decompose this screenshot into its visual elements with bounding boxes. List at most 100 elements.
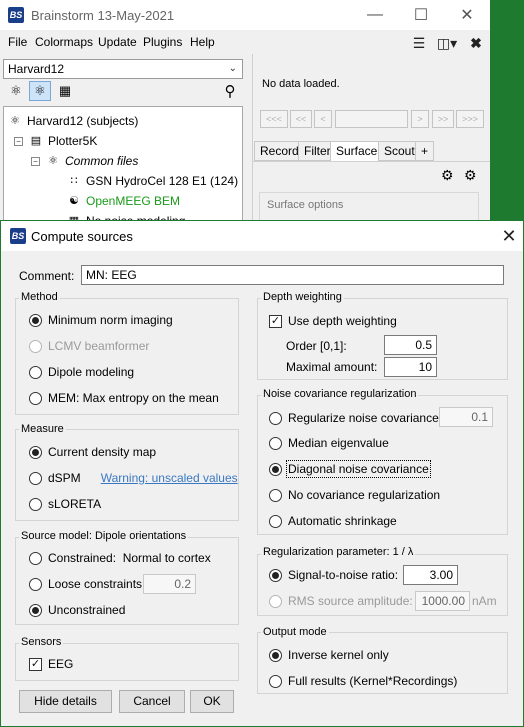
nav-next-button[interactable]: > — [411, 110, 429, 128]
radio-icon[interactable] — [269, 568, 282, 582]
constrained-option[interactable]: Constrained: Normal to cortex — [29, 551, 211, 565]
snr-label: Signal-to-noise ratio: — [288, 568, 399, 582]
collapse-toggle-icon[interactable]: − — [31, 156, 40, 166]
dialog-close-icon[interactable]: ✕ — [499, 226, 519, 246]
regularize-value-input[interactable]: 0.1 — [439, 407, 493, 427]
functional-conditions-icon[interactable]: ▦ — [54, 81, 76, 101]
nav-prev-page-button[interactable]: << — [290, 110, 312, 128]
unconstrained-option[interactable]: Unconstrained — [29, 603, 125, 617]
radio-icon[interactable] — [29, 551, 42, 565]
radio-icon[interactable] — [29, 365, 42, 379]
radio-icon[interactable] — [269, 462, 282, 476]
radio-icon[interactable] — [29, 313, 42, 327]
depth-weighting-title: Depth weighting — [261, 291, 344, 303]
regularize-cov-label: Regularize noise covariance: — [288, 411, 443, 425]
nav-next-page-button[interactable]: >> — [432, 110, 454, 128]
protocol-dropdown[interactable]: Harvard12 ⌄ — [3, 59, 243, 79]
menu-colormaps[interactable]: Colormaps — [35, 35, 93, 49]
tree-item-common-files[interactable]: − ⚛ Common files — [31, 151, 138, 171]
tree-channel-label: GSN HydroCel 128 E1 (124) proje — [86, 174, 242, 188]
radio-icon[interactable] — [29, 445, 42, 459]
remove-surface-icon[interactable]: ⚙ — [464, 167, 477, 184]
method-lcmv-option: LCMV beamformer — [29, 339, 149, 353]
menu-plugins[interactable]: Plugins — [143, 35, 182, 49]
window-layout-icon[interactable]: ◫▾ — [434, 34, 460, 52]
eeg-label: EEG — [48, 657, 74, 671]
radio-icon[interactable] — [29, 497, 42, 511]
menu-help[interactable]: Help — [190, 35, 215, 49]
unscaled-warning-link[interactable]: Warning: unscaled values — [101, 471, 238, 485]
radio-icon[interactable] — [269, 411, 282, 425]
dialog-title-bar: BS Compute sources ✕ — [1, 221, 523, 251]
surface-panel: ⚙ ⚙ Surface options — [253, 161, 490, 222]
order-input[interactable]: 0.5 — [384, 335, 437, 355]
method-title: Method — [19, 291, 60, 303]
no-reg-option[interactable]: No covariance regularization — [269, 488, 440, 502]
diagonal-cov-option[interactable]: Diagonal noise covariance — [269, 460, 431, 478]
minimize-icon[interactable]: — — [352, 0, 398, 30]
comment-input[interactable]: MN: EEG — [81, 265, 504, 285]
tab-add[interactable]: + — [415, 141, 435, 161]
method-mn-option[interactable]: Minimum norm imaging — [29, 313, 173, 327]
radio-icon[interactable] — [29, 391, 42, 405]
surface-options-title: Surface options — [267, 199, 344, 211]
full-results-option[interactable]: Full results (Kernel*Recordings) — [269, 674, 457, 688]
use-depth-weighting-row[interactable]: ✓ Use depth weighting — [269, 314, 397, 328]
snr-input[interactable]: 3.00 — [403, 565, 458, 585]
radio-icon[interactable] — [269, 514, 282, 528]
compute-sources-dialog: BS Compute sources ✕ Comment: MN: EEG Me… — [0, 220, 524, 727]
hide-details-button[interactable]: Hide details — [19, 690, 112, 713]
measure-sloreta-option[interactable]: sLORETA — [29, 497, 101, 511]
tree-common-files-label: Common files — [65, 154, 139, 168]
median-eigen-option[interactable]: Median eigenvalue — [269, 436, 389, 450]
main-window: BS Brainstorm 13-May-2021 — ☐ ✕ File Col… — [0, 0, 490, 222]
measure-dspm-option[interactable]: dSPM Warning: unscaled values — [29, 471, 238, 485]
method-mem-option[interactable]: MEM: Max entropy on the mean — [29, 391, 219, 405]
nav-prev-button[interactable]: < — [314, 110, 332, 128]
kernel-only-option[interactable]: Inverse kernel only — [269, 648, 389, 662]
tree-item-channel[interactable]: ∷ GSN HydroCel 128 E1 (124) proje — [66, 171, 243, 191]
ok-button[interactable]: OK — [190, 690, 234, 713]
noise-cov-title: Noise covariance regularization — [261, 388, 419, 400]
nav-first-button[interactable]: <<< — [260, 110, 288, 128]
loose-value-input[interactable]: 0.2 — [143, 574, 196, 594]
method-dipole-option[interactable]: Dipole modeling — [29, 365, 134, 379]
anatomy-view-icon[interactable]: ⚛ — [5, 81, 27, 101]
radio-icon[interactable] — [269, 648, 282, 662]
radio-icon[interactable] — [269, 674, 282, 688]
regularize-cov-option[interactable]: Regularize noise covariance: — [269, 411, 442, 425]
radio-icon[interactable] — [29, 603, 42, 617]
measure-current-density-option[interactable]: Current density map — [29, 445, 156, 459]
measure-dspm-label: dSPM — [48, 471, 81, 485]
tree-item-subject[interactable]: − ▤ Plotter5K — [14, 131, 97, 151]
eeg-checkbox-row[interactable]: ✓ EEG — [29, 657, 73, 671]
radio-icon[interactable] — [269, 436, 282, 450]
use-depth-checkbox[interactable]: ✓ — [269, 314, 282, 328]
eeg-checkbox[interactable]: ✓ — [29, 657, 42, 671]
radio-icon[interactable] — [29, 471, 42, 485]
search-icon[interactable]: ⚲ — [219, 81, 241, 101]
close-icon[interactable]: ✕ — [444, 0, 490, 30]
cancel-button[interactable]: Cancel — [119, 690, 185, 713]
radio-icon[interactable] — [269, 488, 282, 502]
auto-shrinkage-option[interactable]: Automatic shrinkage — [269, 514, 397, 528]
tab-surface[interactable]: Surface — [330, 141, 384, 162]
radio-icon[interactable] — [29, 577, 42, 591]
menu-update[interactable]: Update — [98, 35, 137, 49]
maximize-icon[interactable]: ☐ — [398, 0, 444, 30]
list-layout-icon[interactable]: ☰ — [410, 34, 428, 52]
close-all-icon[interactable]: ✖ — [467, 34, 485, 52]
reg-param-title: Regularization parameter: 1 / λ — [261, 546, 416, 558]
functional-subjects-icon[interactable]: ⚛ — [29, 81, 51, 101]
snr-option[interactable]: Signal-to-noise ratio: — [269, 568, 398, 582]
max-amount-input[interactable]: 10 — [384, 357, 437, 377]
nav-last-button[interactable]: >>> — [456, 110, 484, 128]
tree-item-headmodel[interactable]: ☯ OpenMEEG BEM — [66, 191, 180, 211]
loose-option[interactable]: Loose constraints — [29, 577, 142, 591]
collapse-toggle-icon[interactable]: − — [14, 136, 23, 146]
add-surface-icon[interactable]: ⚙ — [441, 167, 454, 184]
loose-label: Loose constraints — [48, 577, 143, 591]
tree-item-root[interactable]: ⚛ Harvard12 (subjects) — [7, 111, 138, 131]
time-input[interactable] — [335, 110, 408, 128]
menu-file[interactable]: File — [8, 35, 27, 49]
